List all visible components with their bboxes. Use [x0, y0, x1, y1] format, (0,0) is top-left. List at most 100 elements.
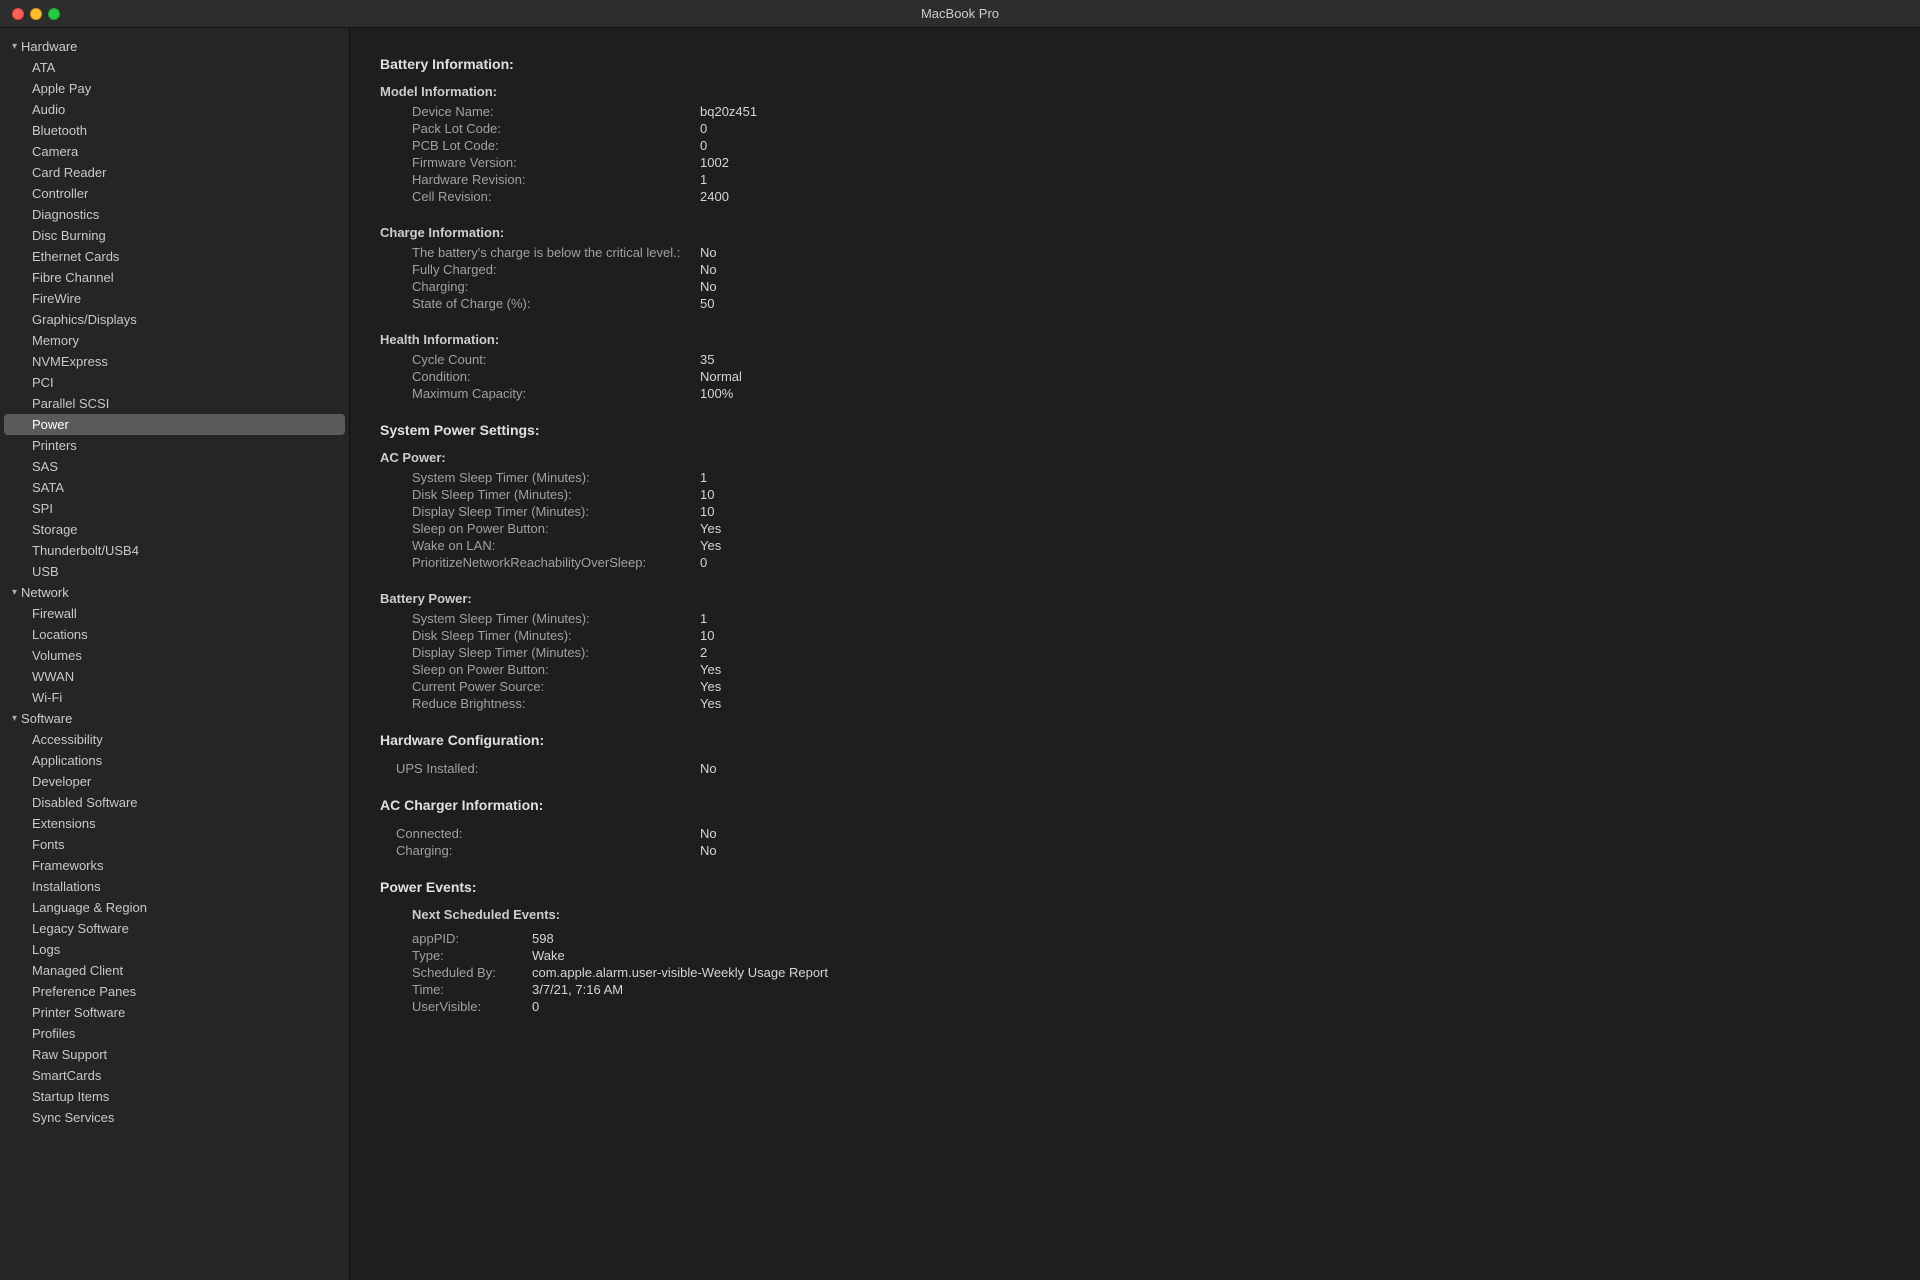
apppid-label: appPID: — [412, 931, 532, 946]
sidebar-item-controller[interactable]: Controller — [0, 183, 349, 204]
ac-charging-value: No — [700, 843, 717, 858]
minimize-button[interactable] — [30, 8, 42, 20]
sidebar-item-smartcards[interactable]: SmartCards — [0, 1065, 349, 1086]
sidebar-item-profiles[interactable]: Profiles — [0, 1023, 349, 1044]
sidebar-section-network[interactable]: ▾ Network — [0, 582, 349, 603]
event-row-apppid: appPID: 598 — [412, 930, 1890, 947]
health-info-block: Health Information: Cycle Count: 35 Cond… — [380, 332, 1890, 402]
sidebar-item-printers[interactable]: Printers — [0, 435, 349, 456]
sidebar-item-sas[interactable]: SAS — [0, 456, 349, 477]
bp-disk-sleep-label: Disk Sleep Timer (Minutes): — [380, 628, 700, 643]
ups-installed-value: No — [700, 761, 717, 776]
close-button[interactable] — [12, 8, 24, 20]
sidebar-item-spi[interactable]: SPI — [0, 498, 349, 519]
sidebar-item-bluetooth[interactable]: Bluetooth — [0, 120, 349, 141]
pack-lot-value: 0 — [700, 121, 707, 136]
sidebar-item-disc-burning[interactable]: Disc Burning — [0, 225, 349, 246]
sidebar-item-extensions[interactable]: Extensions — [0, 813, 349, 834]
next-scheduled-title: Next Scheduled Events: — [380, 907, 1890, 922]
sidebar-item-usb[interactable]: USB — [0, 561, 349, 582]
sidebar-item-fibre-channel[interactable]: Fibre Channel — [0, 267, 349, 288]
bp-display-sleep-value: 2 — [700, 645, 707, 660]
state-of-charge-value: 50 — [700, 296, 714, 311]
sidebar-item-apple-pay[interactable]: Apple Pay — [0, 78, 349, 99]
sidebar-item-audio[interactable]: Audio — [0, 99, 349, 120]
info-row: UPS Installed: No — [380, 760, 1890, 777]
sidebar-item-managed-client[interactable]: Managed Client — [0, 960, 349, 981]
sidebar-item-storage[interactable]: Storage — [0, 519, 349, 540]
sidebar-item-disabled-software[interactable]: Disabled Software — [0, 792, 349, 813]
sidebar-item-wi-fi[interactable]: Wi-Fi — [0, 687, 349, 708]
sidebar-item-printer-software[interactable]: Printer Software — [0, 1002, 349, 1023]
cycle-count-label: Cycle Count: — [380, 352, 700, 367]
bp-display-sleep-label: Display Sleep Timer (Minutes): — [380, 645, 700, 660]
model-info-block: Model Information: Device Name: bq20z451… — [380, 84, 1890, 205]
event-row-scheduled-by: Scheduled By: com.apple.alarm.user-visib… — [412, 964, 1890, 981]
sidebar-item-locations[interactable]: Locations — [0, 624, 349, 645]
ac-power-title: AC Power: — [380, 450, 1890, 465]
sidebar-item-card-reader[interactable]: Card Reader — [0, 162, 349, 183]
sidebar-item-sata[interactable]: SATA — [0, 477, 349, 498]
max-capacity-value: 100% — [700, 386, 733, 401]
info-row: Disk Sleep Timer (Minutes): 10 — [380, 486, 1890, 503]
info-row: Reduce Brightness: Yes — [380, 695, 1890, 712]
critical-charge-label: The battery's charge is below the critic… — [380, 245, 700, 260]
sidebar-item-camera[interactable]: Camera — [0, 141, 349, 162]
sidebar-item-startup-items[interactable]: Startup Items — [0, 1086, 349, 1107]
sidebar-item-parallel-scsi[interactable]: Parallel SCSI — [0, 393, 349, 414]
sidebar-item-firewall[interactable]: Firewall — [0, 603, 349, 624]
sidebar-item-pci[interactable]: PCI — [0, 372, 349, 393]
critical-charge-value: No — [700, 245, 717, 260]
ac-wake-lan-label: Wake on LAN: — [380, 538, 700, 553]
sidebar-item-wwan[interactable]: WWAN — [0, 666, 349, 687]
sidebar-item-graphics-displays[interactable]: Graphics/Displays — [0, 309, 349, 330]
sidebar-item-accessibility[interactable]: Accessibility — [0, 729, 349, 750]
sidebar-item-installations[interactable]: Installations — [0, 876, 349, 897]
sidebar-item-developer[interactable]: Developer — [0, 771, 349, 792]
sidebar-item-legacy-software[interactable]: Legacy Software — [0, 918, 349, 939]
info-row: The battery's charge is below the critic… — [380, 244, 1890, 261]
sidebar-item-ata[interactable]: ATA — [0, 57, 349, 78]
page-title: Battery Information: — [380, 56, 1890, 72]
ac-prioritize-label: PrioritizeNetworkReachabilityOverSleep: — [380, 555, 700, 570]
bp-sleep-power-btn-label: Sleep on Power Button: — [380, 662, 700, 677]
sidebar-item-nvmexpress[interactable]: NVMExpress — [0, 351, 349, 372]
bp-reduce-brightness-value: Yes — [700, 696, 721, 711]
sidebar-item-diagnostics[interactable]: Diagnostics — [0, 204, 349, 225]
sidebar-section-hardware[interactable]: ▾ Hardware — [0, 36, 349, 57]
info-row: Fully Charged: No — [380, 261, 1890, 278]
sidebar-item-ethernet-cards[interactable]: Ethernet Cards — [0, 246, 349, 267]
maximize-button[interactable] — [48, 8, 60, 20]
info-row: Cell Revision: 2400 — [380, 188, 1890, 205]
info-row: Connected: No — [380, 825, 1890, 842]
sidebar-item-fonts[interactable]: Fonts — [0, 834, 349, 855]
sidebar-item-power[interactable]: Power — [4, 414, 345, 435]
info-row: State of Charge (%): 50 — [380, 295, 1890, 312]
sidebar-item-applications[interactable]: Applications — [0, 750, 349, 771]
sidebar-item-language-region[interactable]: Language & Region — [0, 897, 349, 918]
event-row-time: Time: 3/7/21, 7:16 AM — [412, 981, 1890, 998]
system-power-title: System Power Settings: — [380, 422, 1890, 438]
user-visible-label: UserVisible: — [412, 999, 532, 1014]
device-name-label: Device Name: — [380, 104, 700, 119]
charge-info-block: Charge Information: The battery's charge… — [380, 225, 1890, 312]
sidebar-item-preference-panes[interactable]: Preference Panes — [0, 981, 349, 1002]
info-row: Maximum Capacity: 100% — [380, 385, 1890, 402]
sidebar-section-software[interactable]: ▾ Software — [0, 708, 349, 729]
sidebar-item-firewire[interactable]: FireWire — [0, 288, 349, 309]
sidebar-item-raw-support[interactable]: Raw Support — [0, 1044, 349, 1065]
ups-installed-label: UPS Installed: — [380, 761, 700, 776]
sidebar-item-sync-services[interactable]: Sync Services — [0, 1107, 349, 1128]
sidebar-item-memory[interactable]: Memory — [0, 330, 349, 351]
ac-disk-sleep-value: 10 — [700, 487, 714, 502]
sidebar-item-frameworks[interactable]: Frameworks — [0, 855, 349, 876]
info-row: Display Sleep Timer (Minutes): 10 — [380, 503, 1890, 520]
sidebar-item-volumes[interactable]: Volumes — [0, 645, 349, 666]
info-row: Condition: Normal — [380, 368, 1890, 385]
info-row: PrioritizeNetworkReachabilityOverSleep: … — [380, 554, 1890, 571]
sidebar-item-logs[interactable]: Logs — [0, 939, 349, 960]
info-row: Disk Sleep Timer (Minutes): 10 — [380, 627, 1890, 644]
pcb-lot-value: 0 — [700, 138, 707, 153]
sidebar-item-thunderbolt[interactable]: Thunderbolt/USB4 — [0, 540, 349, 561]
firmware-label: Firmware Version: — [380, 155, 700, 170]
